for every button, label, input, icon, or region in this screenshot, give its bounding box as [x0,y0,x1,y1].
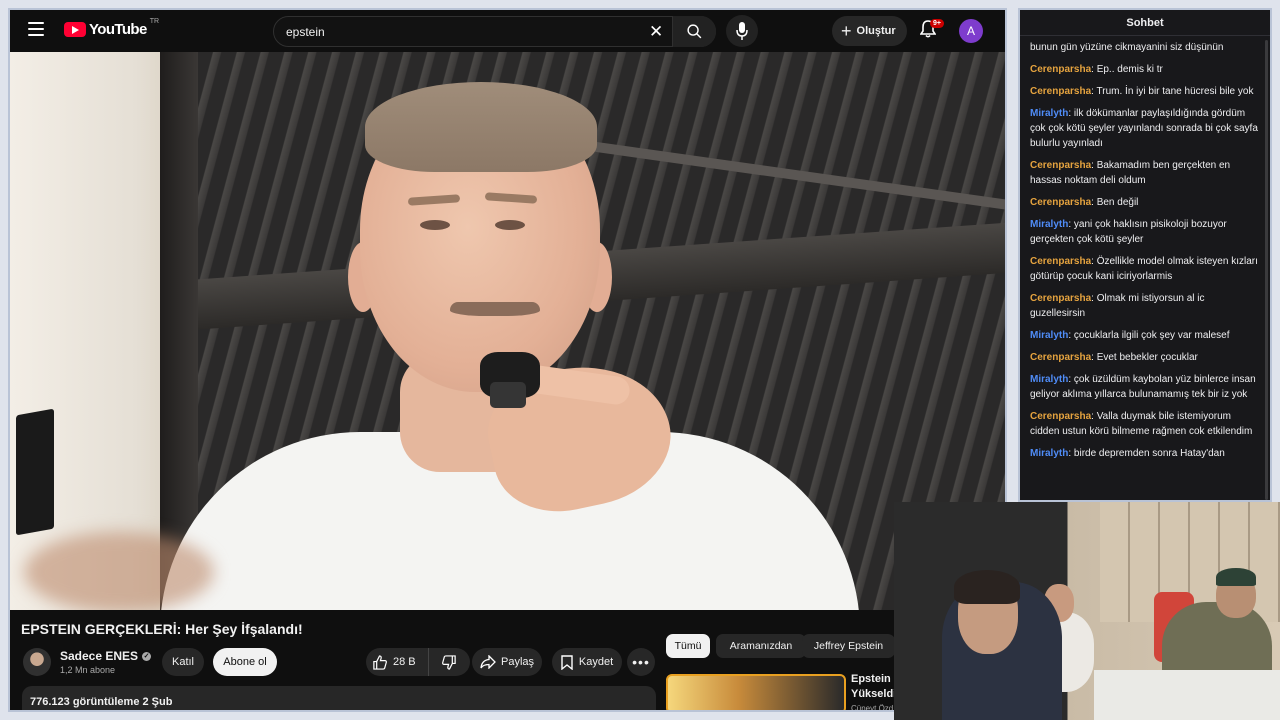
bookmark-icon [561,654,573,670]
chat-message: Miralyth: çocuklarla ilgili çok şey var … [1030,328,1262,343]
video-player[interactable] [10,52,1005,610]
views-and-date: 776.123 görüntüleme 2 Şub [30,696,173,708]
thumbs-down-icon [442,654,456,670]
chat-username[interactable]: Cerenparsha [1030,64,1091,75]
join-button[interactable]: Katıl [162,648,204,676]
chip-from-search[interactable]: Aramanızdan [716,634,806,658]
video-person-moustache [450,302,540,316]
chat-panel: Sohbet bunun gün yüzüne cikmayanini siz … [1018,8,1272,502]
chat-username[interactable]: Cerenparsha [1030,160,1091,171]
webcam-overlay [894,502,1280,720]
like-button[interactable]: 28 B [366,648,428,676]
chat-text: Evet bebekler çocuklar [1096,352,1198,363]
youtube-play-icon [64,22,86,37]
chat-username[interactable]: Cerenparsha [1030,411,1091,422]
channel-avatar[interactable] [23,648,51,676]
chat-username[interactable]: Miralyth [1030,374,1068,385]
chat-message: Cerenparsha: Valla duymak bile istemiyor… [1030,409,1262,439]
chat-username[interactable]: Cerenparsha [1030,352,1091,363]
account-avatar[interactable]: A [959,19,983,43]
chat-scrollbar[interactable] [1265,40,1268,500]
chat-message: Cerenparsha: Ep.. demis ki tr [1030,62,1262,77]
chat-text: çocuklarla ilgili çok şey var malesef [1073,330,1230,341]
chat-username[interactable]: Miralyth [1030,330,1068,341]
more-actions-button[interactable]: ••• [627,648,655,676]
chip-all[interactable]: Tümü [666,634,710,658]
chat-username[interactable]: Miralyth [1030,108,1068,119]
chat-message-list[interactable]: bunun gün yüzüne cikmayanini siz düşünün… [1030,40,1262,468]
video-lapel-mic-clip [490,382,526,408]
search-button[interactable] [672,16,716,47]
chat-message: Miralyth: birde depremden sonra Hatay'da… [1030,446,1262,461]
chat-message: Miralyth: ilk dökümanlar paylaşıldığında… [1030,106,1262,151]
notification-badge: 9+ [930,19,944,28]
stream-layout: YouTube TR epstein ✕ + Oluştur 9+ A EPST… [0,0,1280,720]
chat-message: Cerenparsha: Bakamadım ben gerçekten en … [1030,158,1262,188]
chat-text: birde depremden sonra Hatay'dan [1073,448,1225,459]
masthead: YouTube TR epstein ✕ + Oluştur 9+ A [10,10,1005,52]
share-icon [480,655,496,669]
webcam-table [1094,670,1280,720]
thumbs-up-icon [373,654,387,670]
chat-header: Sohbet [1020,10,1270,36]
chat-username[interactable]: Cerenparsha [1030,256,1091,267]
chat-message: bunun gün yüzüne cikmayanini siz düşünün [1030,40,1262,55]
logo-country: TR [149,18,160,25]
chat-text: Ben değil [1096,197,1139,208]
webcam-person-hair [954,570,1020,604]
video-sign [16,408,54,536]
dislike-button[interactable] [428,648,470,676]
chat-text: bunun gün yüzüne cikmayanini siz düşünün [1030,42,1224,53]
chat-username[interactable]: Cerenparsha [1030,293,1091,304]
close-icon[interactable]: ✕ [649,23,663,40]
channel-name-text[interactable]: Sadece ENES [60,649,138,663]
video-person-hair [365,82,597,172]
chat-username[interactable]: Cerenparsha [1030,86,1091,97]
verified-icon: ✓ [142,652,152,662]
webcam-person-cap [1216,568,1256,586]
create-button[interactable]: + Oluştur [832,16,907,46]
share-label: Paylaş [500,656,535,668]
create-label: Oluştur [856,25,896,37]
chat-username[interactable]: Cerenparsha [1030,197,1091,208]
logo-text: YouTube [89,21,147,38]
chat-message: Miralyth: yani çok haklısın pisikoloji b… [1030,217,1262,247]
video-title: EPSTEIN GERÇEKLERİ: Her Şey İfşalandı! [21,621,303,637]
search-box[interactable]: epstein ✕ [273,16,716,47]
microphone-icon [736,22,748,40]
search-icon [687,24,702,39]
channel-name[interactable]: Sadece ENES ✓ [60,649,152,663]
chat-message: Cerenparsha: Trum. İn iyi bir tane hücre… [1030,84,1262,99]
chat-username[interactable]: Miralyth [1030,219,1068,230]
save-button[interactable]: Kaydet [552,648,622,676]
like-count: 28 B [393,656,416,668]
video-person-eye [495,220,525,230]
chat-message: Cerenparsha: Ben değil [1030,195,1262,210]
subscriber-count: 1,2 Mn abone [60,665,116,675]
chip-jeffrey-epstein[interactable]: Jeffrey Epstein [802,634,895,658]
voice-search-button[interactable] [726,15,758,47]
chat-username[interactable]: Miralyth [1030,448,1068,459]
video-person-eye [420,220,450,230]
menu-icon[interactable] [28,22,44,36]
chat-message: Miralyth: çok üzüldüm kaybolan yüz binle… [1030,372,1262,402]
chat-message: Cerenparsha: Özellikle model olmak istey… [1030,254,1262,284]
chat-message: Cerenparsha: Olmak mi istiyorsun al ic g… [1030,291,1262,321]
share-button[interactable]: Paylaş [472,648,542,676]
youtube-window: YouTube TR epstein ✕ + Oluştur 9+ A EPST… [8,8,1007,712]
search-input[interactable]: epstein [286,25,325,39]
chat-text: Ep.. demis ki tr [1096,64,1163,75]
youtube-logo[interactable]: YouTube TR [64,18,160,38]
chat-message: Cerenparsha: Evet bebekler çocuklar [1030,350,1262,365]
video-blurred-hand [24,532,214,610]
more-icon: ••• [632,654,650,670]
plus-icon: + [841,21,852,41]
chat-text: Trum. İn iyi bir tane hücresi bile yok [1096,86,1254,97]
subscribe-button[interactable]: Abone ol [213,648,277,676]
recommended-video-thumbnail[interactable] [666,674,846,710]
description-box[interactable]: 776.123 görüntüleme 2 Şub [22,686,656,710]
save-label: Kaydet [578,656,614,668]
